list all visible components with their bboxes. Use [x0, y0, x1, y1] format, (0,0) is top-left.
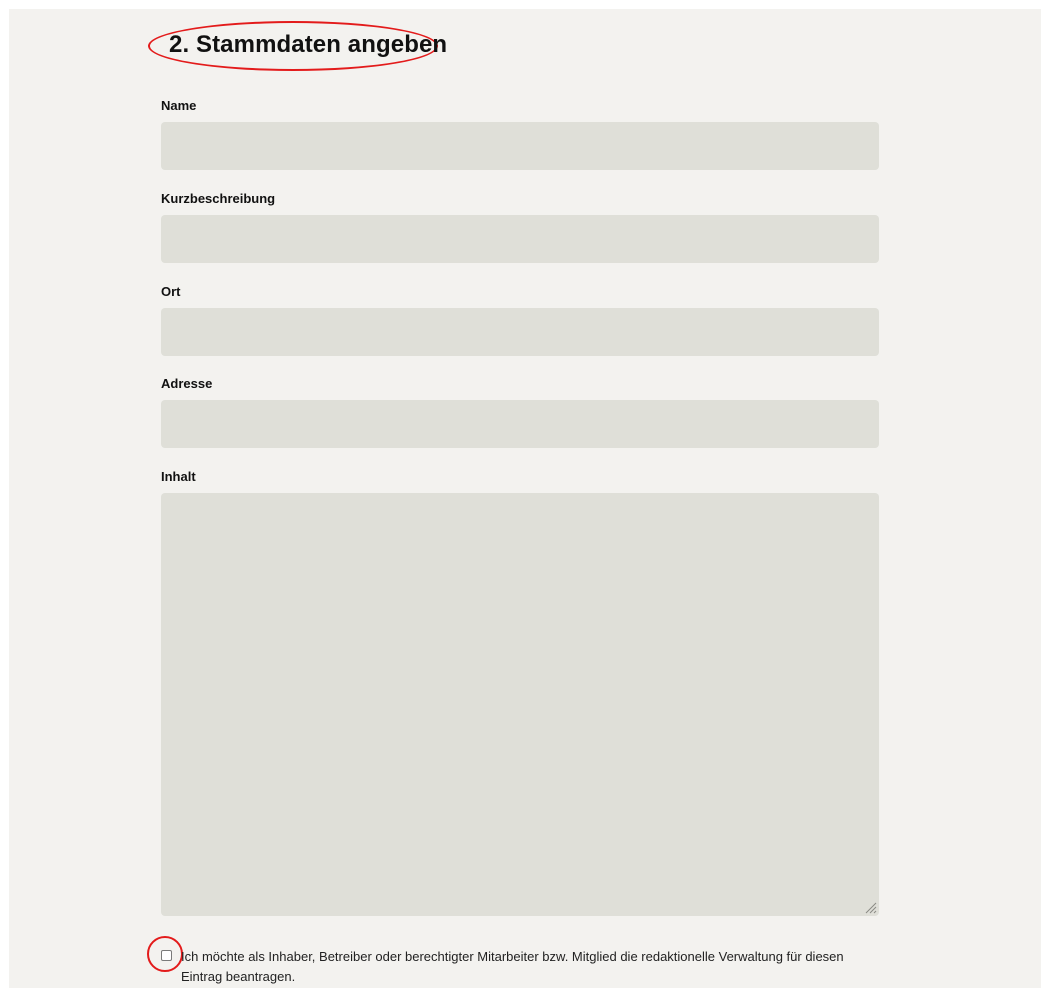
resize-grip-icon[interactable]	[865, 902, 877, 914]
inhalt-label: Inhalt	[161, 469, 196, 484]
page: 2. Stammdaten angeben Name Kurzbeschreib…	[9, 9, 1041, 988]
inhalt-textarea[interactable]	[161, 493, 879, 916]
adresse-input[interactable]	[161, 400, 879, 448]
ownership-request-label[interactable]: Ich möchte als Inhaber, Betreiber oder b…	[181, 947, 881, 987]
name-label: Name	[161, 98, 197, 113]
name-input[interactable]	[161, 122, 879, 170]
ort-label: Ort	[161, 284, 181, 299]
kurzbeschreibung-label: Kurzbeschreibung	[161, 191, 276, 206]
section-title: 2. Stammdaten angeben	[169, 31, 448, 58]
ort-input[interactable]	[161, 308, 879, 356]
kurzbeschreibung-input[interactable]	[161, 215, 879, 263]
adresse-label: Adresse	[161, 376, 213, 391]
ownership-request-checkbox[interactable]	[161, 950, 172, 961]
